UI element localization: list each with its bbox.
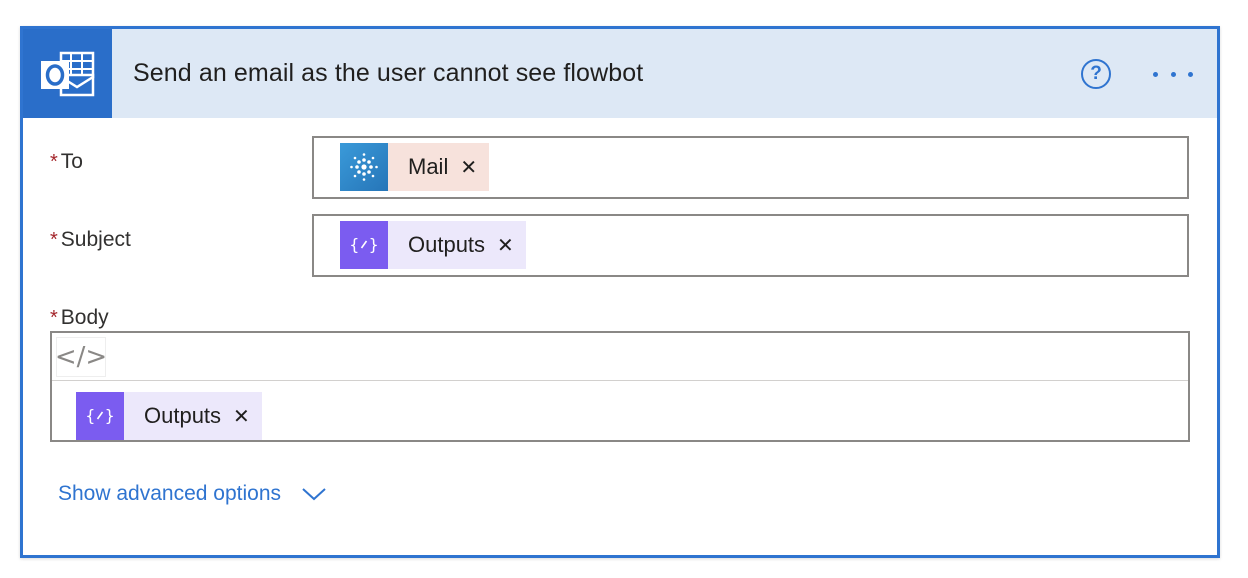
to-field[interactable]: Mail ✕ [312,136,1189,199]
remove-token-icon[interactable]: ✕ [497,221,526,269]
dynamic-content-icon [340,143,388,191]
token-label: Outputs [124,392,234,440]
token-label: Outputs [388,221,498,269]
to-label: * To [50,150,83,173]
body-editor[interactable]: </> { } Outputs ✕ [50,331,1190,442]
outputs-token[interactable]: { } Outputs ✕ [76,392,262,440]
outlook-icon [23,29,112,118]
show-advanced-options-link[interactable]: Show advanced options [58,482,327,506]
advanced-options-label: Show advanced options [58,482,281,505]
required-marker: * [50,151,58,173]
body-label: * Body [50,306,109,329]
ellipsis-icon [1188,71,1193,77]
subject-label: * Subject [50,228,131,251]
token-label: Mail [388,143,461,191]
required-marker: * [50,229,58,251]
more-options-button[interactable] [1149,61,1197,87]
subject-field[interactable]: { } Outputs ✕ [312,214,1189,277]
editor-toolbar: </> [52,333,1188,381]
expression-icon: { } [76,392,124,440]
code-view-button[interactable]: </> [54,337,108,377]
mail-token[interactable]: Mail ✕ [340,143,490,191]
expression-icon: { } [340,221,388,269]
ellipsis-icon [1153,71,1158,77]
action-header[interactable]: Send an email as the user cannot see flo… [23,29,1217,118]
action-title[interactable]: Send an email as the user cannot see flo… [133,59,643,88]
remove-token-icon[interactable]: ✕ [460,143,490,191]
chevron-down-icon [301,486,327,502]
required-marker: * [50,307,58,329]
help-button[interactable]: ? [1081,59,1111,89]
ellipsis-icon [1170,71,1176,77]
code-icon: </> [54,342,108,372]
remove-token-icon[interactable]: ✕ [233,392,262,440]
outputs-token[interactable]: { } Outputs ✕ [340,221,526,269]
action-card: Send an email as the user cannot see flo… [20,26,1220,558]
question-circle-icon: ? [1090,63,1102,84]
